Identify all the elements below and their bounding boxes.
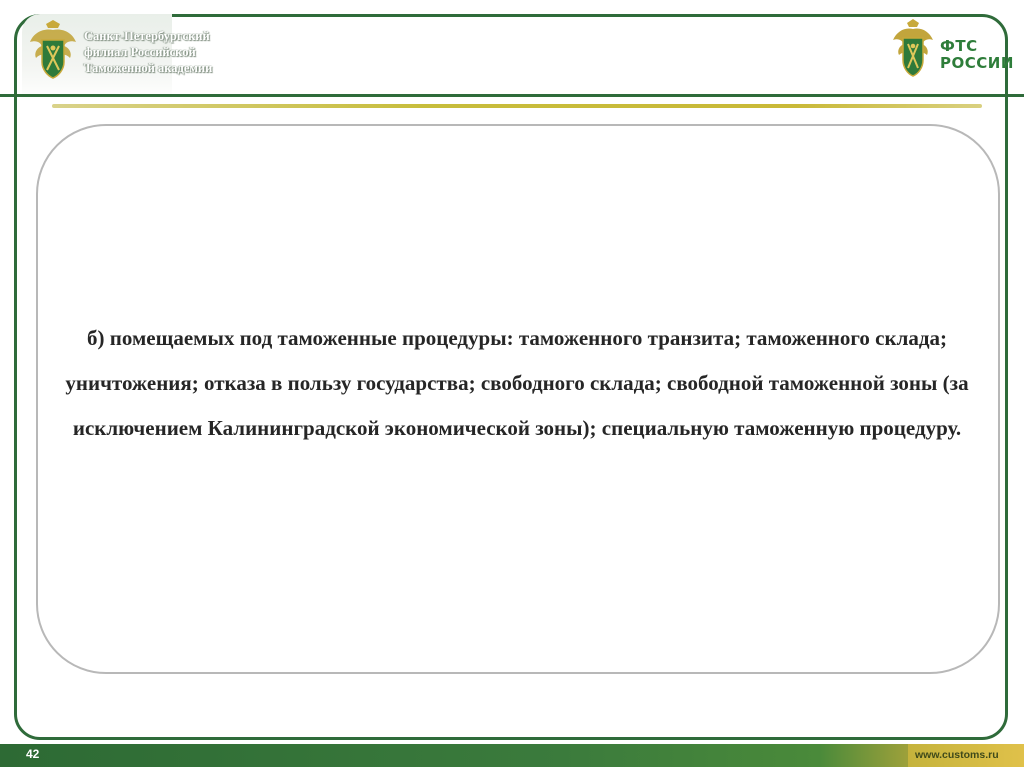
- footer-bar: [0, 744, 1024, 767]
- slide-number: 42: [26, 747, 40, 761]
- slide-body-text: б) помещаемых под таможенные процедуры: …: [65, 326, 969, 440]
- fts-emblem-icon: [893, 19, 933, 77]
- customs-emblem-icon: [30, 20, 76, 79]
- header-gold-stripe: [52, 104, 982, 108]
- fts-logo-text: ФТС РОССИИ: [940, 38, 1014, 72]
- academy-title: Санкт-Петербургский филиал Российской Та…: [84, 29, 213, 75]
- fts-logo-line2: РОССИИ: [940, 54, 1014, 72]
- website-link[interactable]: www.customs.ru: [915, 749, 999, 761]
- header-divider: [0, 94, 1024, 97]
- fts-logo-line1: ФТС: [940, 37, 978, 55]
